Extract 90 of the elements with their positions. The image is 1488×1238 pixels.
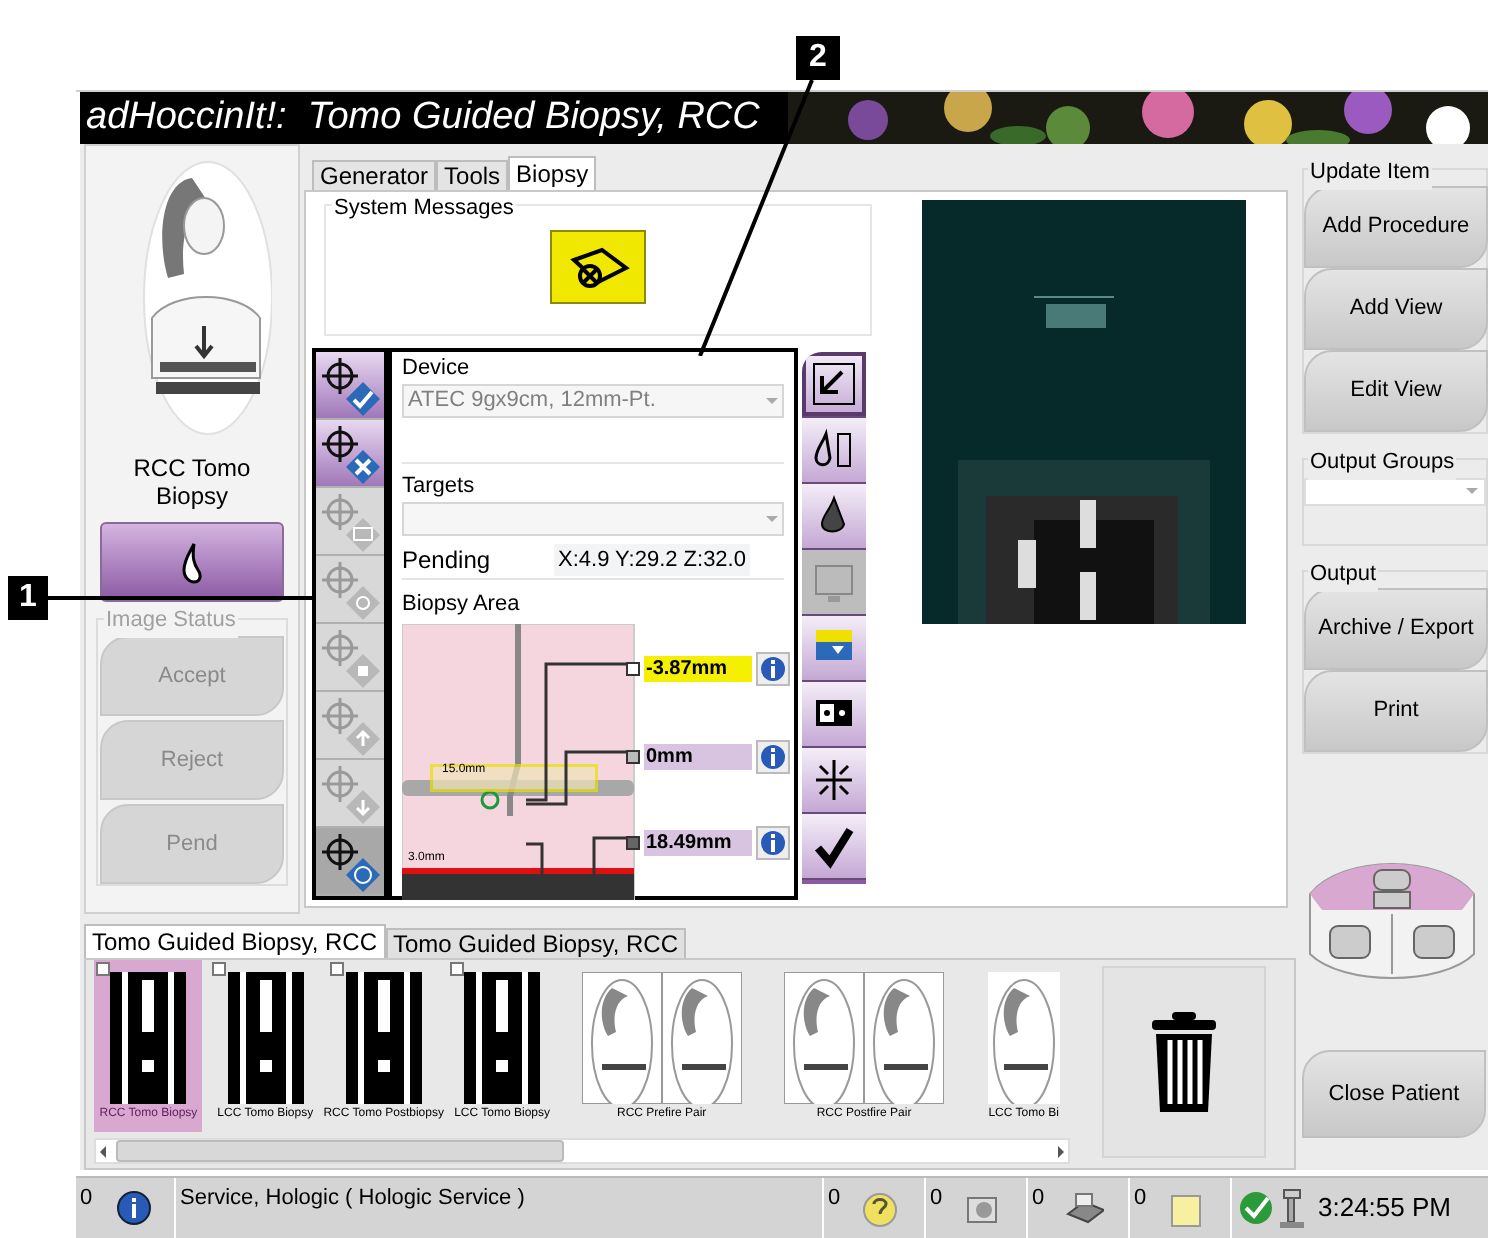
- marker-square: [626, 835, 640, 850]
- update-item-button[interactable]: Add View: [1304, 268, 1488, 350]
- update-item-button[interactable]: Add Procedure: [1304, 186, 1488, 268]
- drop-icon: [178, 540, 206, 584]
- dropdown-arrow-icon: [766, 397, 778, 405]
- view-label: RCC Tomo Biopsy: [131, 454, 253, 510]
- output-button[interactable]: Archive / Export: [1304, 588, 1488, 670]
- info-icon: [760, 743, 786, 770]
- count: 0: [1134, 1184, 1147, 1214]
- crosshair-icon: [320, 763, 380, 823]
- notepad-icon: [1166, 1190, 1207, 1230]
- count: 0: [828, 1184, 841, 1214]
- dropdown-arrow-icon: [1466, 488, 1478, 496]
- crosshair-icon: [320, 559, 380, 619]
- crosshair-icon: [320, 831, 380, 891]
- checkbox[interactable]: [449, 962, 464, 976]
- device-dropdown[interactable]: ATEC 9gx9cm, 12mm-Pt.: [402, 384, 784, 418]
- depth-reading: 0mm: [644, 743, 752, 770]
- side-tool-button[interactable]: [802, 352, 866, 418]
- target-tool-button[interactable]: [316, 828, 384, 896]
- info-icon: [116, 1190, 153, 1226]
- group-label: Update Item: [1308, 156, 1432, 189]
- leader-line: [524, 835, 628, 880]
- compression-paddle-icon: [566, 243, 630, 291]
- field-label: Targets: [402, 474, 477, 501]
- target-tool-button[interactable]: [316, 352, 384, 420]
- trash-button[interactable]: [1102, 966, 1266, 1158]
- group-label: Output Groups: [1308, 446, 1457, 479]
- tool-icon: [810, 756, 858, 804]
- marker-square: [626, 749, 640, 764]
- count: 0: [1032, 1184, 1045, 1214]
- side-tool-button[interactable]: [802, 418, 866, 484]
- field-label: Pending: [402, 543, 493, 578]
- scroll-bar[interactable]: [94, 1138, 1070, 1164]
- scroll-right-icon: [1052, 1143, 1068, 1159]
- pending-coordinates: X:4.9 Y:29.2 Z:32.0: [554, 543, 750, 577]
- crosshair-icon: [320, 695, 380, 755]
- clock-time: 3:24:55 PM: [1318, 1190, 1451, 1227]
- depth-reading: 18.49mm: [644, 829, 752, 856]
- side-tool-button[interactable]: [802, 748, 866, 814]
- side-tool-button[interactable]: [802, 814, 866, 880]
- checkbox[interactable]: [212, 962, 227, 976]
- crosshair-icon: [320, 423, 380, 483]
- group-label: Image Status: [104, 604, 238, 637]
- crosshair-icon: [320, 491, 380, 551]
- window-title: adHoccinIt!: Tomo Guided Biopsy, RCC: [84, 93, 760, 142]
- machine-icon: [1278, 1188, 1306, 1228]
- info-button[interactable]: [756, 825, 790, 860]
- scroll-left-icon: [96, 1143, 112, 1159]
- side-tool-button[interactable]: [802, 484, 866, 550]
- group-label: Biopsy Area: [402, 591, 522, 618]
- marker-square: [626, 661, 640, 676]
- callout-number: 2: [796, 36, 840, 80]
- dropdown-arrow-icon: [766, 515, 778, 524]
- count: 0: [930, 1184, 943, 1214]
- message-count: 0: [80, 1184, 93, 1214]
- target-tool-button[interactable]: [316, 420, 384, 488]
- group-label: Output: [1308, 558, 1379, 591]
- info-icon: [760, 829, 786, 856]
- help-icon: [860, 1190, 901, 1230]
- check-icon: [810, 822, 858, 870]
- dropdown-value: ATEC 9gx9cm, 12mm-Pt.: [408, 386, 656, 417]
- field-label: Device: [402, 356, 472, 382]
- output-button[interactable]: Print: [1304, 670, 1488, 752]
- crosshair-icon: [320, 627, 380, 687]
- breast-view-button[interactable]: [100, 522, 284, 602]
- info-button[interactable]: [756, 739, 790, 774]
- tab[interactable]: Tomo Guided Biopsy, RCC: [84, 924, 385, 958]
- tab[interactable]: Tomo Guided Biopsy, RCC: [385, 928, 686, 958]
- check-icon: [1238, 1190, 1274, 1226]
- system-message-button[interactable]: [550, 230, 646, 304]
- close-patient-button[interactable]: Close Patient: [1302, 1050, 1486, 1138]
- update-item-button[interactable]: Edit View: [1304, 350, 1488, 432]
- tab[interactable]: Biopsy: [508, 156, 597, 190]
- tab[interactable]: Generator: [312, 160, 437, 190]
- side-tool-button[interactable]: [802, 616, 866, 682]
- group-label: System Messages: [332, 192, 516, 225]
- checkbox[interactable]: [96, 962, 110, 976]
- side-tool-button[interactable]: [802, 682, 866, 748]
- tab[interactable]: Tools: [436, 160, 509, 190]
- depth-reading: -3.87mm: [644, 655, 752, 682]
- info-icon: [760, 655, 786, 682]
- callout-number: 1: [8, 576, 48, 620]
- tool-icon: [810, 360, 858, 408]
- info-button[interactable]: [756, 651, 790, 686]
- user-name: Service, Hologic ( Hologic Service ): [180, 1186, 525, 1210]
- crosshair-icon: [320, 355, 380, 415]
- scroll-thumb[interactable]: [116, 1140, 564, 1162]
- checkbox[interactable]: [329, 962, 344, 976]
- trash-icon: [1148, 1012, 1220, 1112]
